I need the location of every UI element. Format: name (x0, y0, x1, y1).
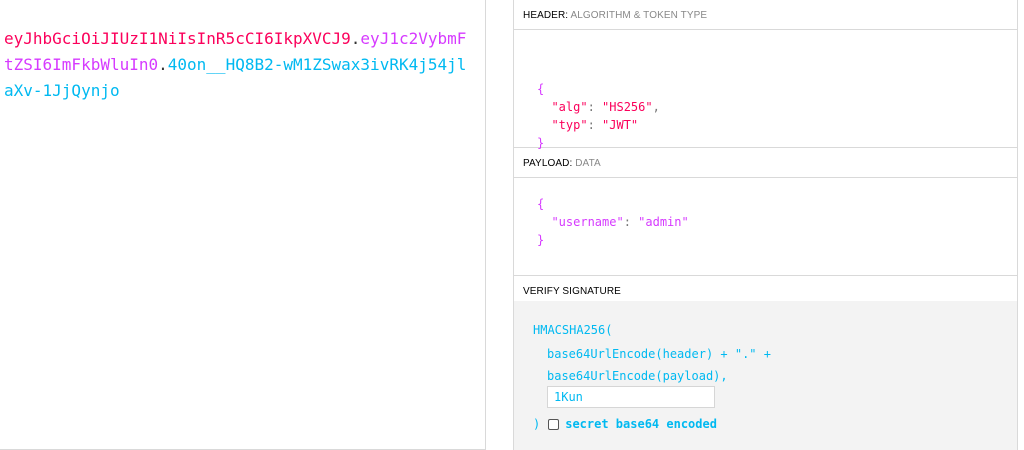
payload-json-editor[interactable]: { "username": "admin" } (514, 178, 1017, 276)
verify-signature-body: HMACSHA256( base64UrlEncode(header) + ".… (514, 301, 1017, 450)
verify-title: VERIFY SIGNATURE (523, 286, 621, 297)
json-value-typ: "JWT" (602, 118, 639, 132)
json-value-alg: "HS256" (602, 100, 653, 114)
json-close-brace: } (537, 136, 545, 150)
close-paren: ) (533, 417, 541, 431)
encode-payload-line: base64UrlEncode(payload), (547, 369, 728, 383)
json-key-alg: "alg" (551, 100, 588, 114)
secret-input[interactable] (547, 386, 715, 408)
token-header-part: eyJhbGciOiJIUzI1NiIsInR5cCI6IkpXVCJ9 (4, 29, 351, 48)
close-paren-row: ) secret base64 encoded (533, 415, 717, 433)
json-value-username: "admin" (638, 215, 689, 229)
payload-subtitle: DATA (575, 158, 601, 169)
header-section-title: HEADER: ALGORITHM & TOKEN TYPE (514, 0, 1017, 30)
encode-header-line: base64UrlEncode(header) + "." + (547, 347, 771, 361)
json-key-typ: "typ" (551, 118, 588, 132)
json-key-username: "username" (551, 215, 624, 229)
secret-base64-label[interactable]: secret base64 encoded (565, 417, 717, 431)
header-subtitle: ALGORITHM & TOKEN TYPE (570, 10, 708, 21)
json-open-brace: { (537, 82, 545, 96)
token-dot: . (350, 29, 361, 48)
secret-base64-checkbox[interactable] (548, 418, 560, 430)
header-title: HEADER: (523, 10, 569, 21)
json-open-brace: { (537, 197, 545, 211)
encoded-panel: eyJhbGciOiJIUzI1NiIsInR5cCI6IkpXVCJ9.eyJ… (0, 0, 486, 450)
encoded-token[interactable]: eyJhbGciOiJIUzI1NiIsInR5cCI6IkpXVCJ9.eyJ… (4, 26, 474, 104)
payload-title: PAYLOAD: (523, 158, 573, 169)
json-close-brace: } (537, 233, 545, 247)
header-json-editor[interactable]: { "alg": "HS256", "typ": "JWT" } (514, 30, 1017, 150)
token-dot: . (158, 55, 168, 74)
payload-section-title: PAYLOAD: DATA (514, 148, 1017, 178)
decoded-panel: HEADER: ALGORITHM & TOKEN TYPE { "alg": … (513, 0, 1018, 450)
hmac-function: HMACSHA256( (533, 323, 613, 337)
